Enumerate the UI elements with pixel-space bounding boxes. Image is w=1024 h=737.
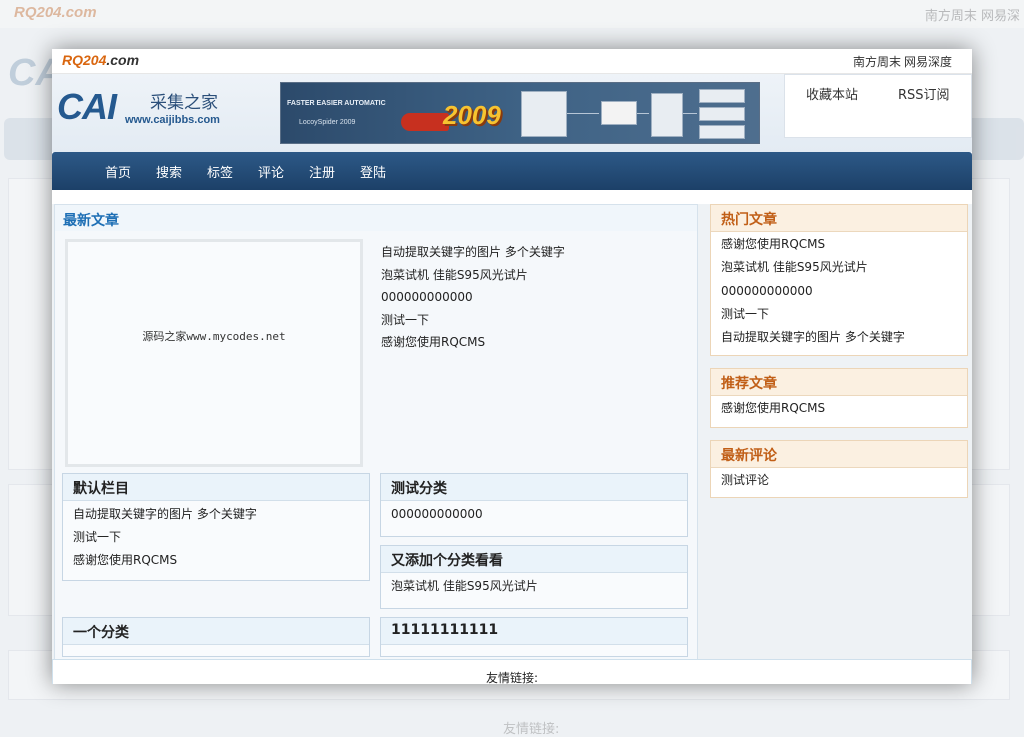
category-header: 默认栏目 [63,474,369,501]
nav-search[interactable]: 搜索 [156,162,182,181]
friend-links-label: 友情链接: [486,671,539,684]
list-item[interactable]: 感谢您使用RQCMS [721,233,957,256]
background-friend-links: 友情链接: [503,722,560,737]
top-links: 南方周末 网易深度 [847,53,952,70]
diagram-line [683,113,697,114]
nav-login[interactable]: 登陆 [360,162,386,181]
recommended-articles-box: 推荐文章 感谢您使用RQCMS [710,368,968,428]
diagram-box [699,89,745,103]
category-numbers: 11111111111 [380,617,688,657]
category-list: 泡菜试机 佳能S95风光试片 [381,573,687,600]
main-content: 最新文章 源码之家www.mycodes.net 自动提取关键字的图片 多个关键… [52,204,972,684]
list-item[interactable]: 泡菜试机 佳能S95风光试片 [381,264,565,287]
category-test: 测试分类 000000000000 [380,473,688,537]
main-nav: 首页 搜索 标签 评论 注册 登陆 [52,152,972,190]
friend-links-bar: 友情链接: [52,659,972,684]
top-link-nanfang[interactable]: 南方周末 [853,55,901,69]
list-item[interactable]: 感谢您使用RQCMS [381,331,565,354]
logo-url: www.caijibbs.com [125,114,220,126]
header: CAI 采集之家 www.caijibbs.com FASTER EASIER … [52,74,972,152]
logo-chinese-name: 采集之家 [150,93,218,113]
category-header: 11111111111 [381,618,687,645]
banner-diagram [521,89,751,139]
list-item[interactable]: 自动提取关键字的图片 多个关键字 [721,326,957,349]
left-column: 最新文章 源码之家www.mycodes.net 自动提取关键字的图片 多个关键… [54,204,698,668]
nav-home[interactable]: 首页 [105,162,131,181]
preview-window: RQ204.com 南方周末 网易深度 CAI 采集之家 www.caijibbs… [52,49,972,684]
category-list: 自动提取关键字的图片 多个关键字 测试一下 感谢您使用RQCMS [63,501,369,574]
top-bar: RQ204.com 南方周末 网易深度 [52,49,972,74]
list-item[interactable]: 000000000000 [721,280,957,303]
top-link-wangyi[interactable]: 网易深度 [904,55,952,69]
category-list: 000000000000 [381,501,687,528]
diagram-box [651,93,683,137]
recommended-articles-header: 推荐文章 [711,369,967,396]
banner-product: LocoySpider 2009 [299,119,356,126]
latest-comments-title: 最新评论 [721,448,777,464]
category-title[interactable]: 一个分类 [73,622,129,642]
site-logo-main: RQ204 [62,52,107,68]
banner-ad[interactable]: FASTER EASIER AUTOMATIC LocoySpider 2009… [280,82,760,144]
list-item[interactable]: 测试评论 [721,469,957,492]
rss-link[interactable]: RSS订阅 [898,84,950,103]
list-item[interactable]: 测试一下 [381,309,565,332]
list-item[interactable]: 测试一下 [73,526,359,549]
recommended-articles-title: 推荐文章 [721,376,777,392]
favorites-panel: 收藏本站 RSS订阅 [784,74,972,138]
site-logo[interactable]: RQ204.com [62,52,139,68]
race-car-icon [401,113,449,131]
diagram-line [637,113,649,114]
category-header: 测试分类 [381,474,687,501]
hot-articles-box: 热门文章 感谢您使用RQCMS 泡菜试机 佳能S95风光试片 000000000… [710,204,968,356]
latest-articles-header: 最新文章 [55,205,697,231]
category-one: 一个分类 [62,617,370,657]
nav-tags[interactable]: 标签 [207,162,233,181]
category-title[interactable]: 默认栏目 [73,478,129,498]
hot-articles-title: 热门文章 [721,212,777,228]
category-header: 一个分类 [63,618,369,645]
banner-year: 2009 [443,100,501,130]
diagram-box [521,91,567,137]
list-item[interactable]: 泡菜试机 佳能S95风光试片 [721,256,957,279]
category-title[interactable]: 又添加个分类看看 [391,550,503,570]
diagram-line [567,113,599,114]
nav-register[interactable]: 注册 [309,162,335,181]
list-item[interactable]: 自动提取关键字的图片 多个关键字 [381,241,565,264]
bookmark-link[interactable]: 收藏本站 [806,84,858,103]
diagram-box [699,107,745,121]
nav-comments[interactable]: 评论 [258,162,284,181]
latest-comments-list: 测试评论 [711,468,967,493]
list-item[interactable]: 000000000000 [381,286,565,309]
hot-articles-list: 感谢您使用RQCMS 泡菜试机 佳能S95风光试片 000000000000 测… [711,232,967,350]
background-site-logo: RQ204.com [14,4,97,21]
diagram-box [601,101,637,125]
list-item[interactable]: 感谢您使用RQCMS [73,549,359,572]
list-item[interactable]: 测试一下 [721,303,957,326]
latest-articles-list: 自动提取关键字的图片 多个关键字 泡菜试机 佳能S95风光试片 00000000… [381,241,565,354]
latest-articles-title: 最新文章 [63,213,119,229]
background-top-links: 南方周末 网易深 [924,9,1020,24]
list-item[interactable]: 000000000000 [391,503,677,526]
recommended-articles-list: 感谢您使用RQCMS [711,396,967,421]
logo-cai[interactable]: CAI [57,86,117,128]
latest-comments-box: 最新评论 测试评论 [710,440,968,498]
category-header: 又添加个分类看看 [381,546,687,573]
category-default: 默认栏目 自动提取关键字的图片 多个关键字 测试一下 感谢您使用RQCMS [62,473,370,581]
banner-tagline: FASTER EASIER AUTOMATIC [287,100,386,107]
category-added: 又添加个分类看看 泡菜试机 佳能S95风光试片 [380,545,688,609]
diagram-box [699,125,745,139]
background-topbar [0,0,1024,28]
hot-articles-header: 热门文章 [711,205,967,232]
featured-image[interactable]: 源码之家www.mycodes.net [65,239,363,467]
site-logo-suffix: .com [106,52,140,68]
list-item[interactable]: 自动提取关键字的图片 多个关键字 [73,503,359,526]
category-title[interactable]: 测试分类 [391,478,447,498]
latest-comments-header: 最新评论 [711,441,967,468]
list-item[interactable]: 泡菜试机 佳能S95风光试片 [391,575,677,598]
list-item[interactable]: 感谢您使用RQCMS [721,397,957,420]
category-title[interactable]: 11111111111 [391,622,498,638]
featured-image-caption: 源码之家www.mycodes.net [142,330,286,343]
